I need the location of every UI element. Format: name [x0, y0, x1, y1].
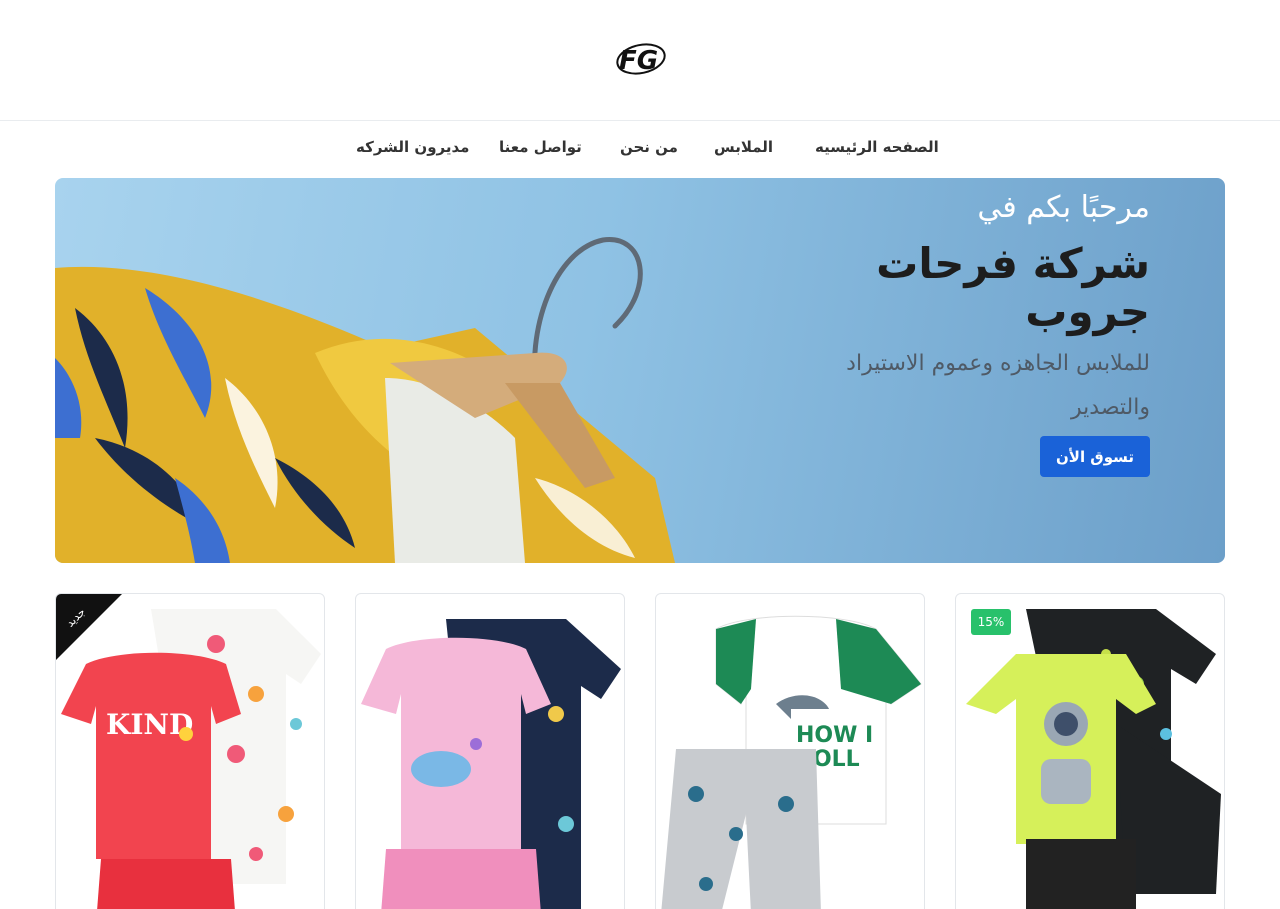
fg-logo[interactable]: FG	[614, 40, 668, 78]
product-image	[966, 609, 1221, 909]
shop-now-button[interactable]: تسوق الأن	[1040, 436, 1150, 477]
nav-item-home[interactable]: الصفحه الرئيسيه	[815, 138, 939, 156]
nav-item-contact[interactable]: تواصل معنا	[499, 138, 582, 156]
hero-banner: مرحبًا بكم في شركة فرحات جروب للملابس ال…	[55, 178, 1225, 563]
product-card[interactable]	[355, 593, 625, 909]
nav-item-clothes[interactable]: الملابس	[714, 138, 773, 156]
site-header: FG	[0, 0, 1280, 121]
new-ribbon: جديد	[56, 594, 122, 660]
hero-image	[55, 237, 675, 563]
product-image	[361, 619, 621, 909]
hero-welcome: مرحبًا بكم في	[977, 190, 1150, 225]
product-card[interactable]: HOW I ROLL	[655, 593, 925, 909]
hero-title: شركة فرحات جروب	[876, 239, 1150, 336]
nav-item-about[interactable]: من نحن	[620, 138, 678, 156]
svg-text:HOW I: HOW I	[796, 723, 873, 748]
product-image: HOW I ROLL	[661, 615, 922, 909]
main-nav: الصفحه الرئيسيه الملابس من نحن تواصل معن…	[0, 121, 1280, 178]
fg-logo-icon: FG	[616, 43, 666, 76]
nav-item-managers[interactable]: مديرون الشركه	[356, 138, 469, 156]
product-card[interactable]: 15%	[955, 593, 1225, 909]
hero-subtitle: للملابس الجاهزه وعموم الاستيراد والتصدير	[846, 351, 1150, 420]
svg-text:FG: FG	[619, 46, 658, 76]
discount-badge: 15%	[971, 609, 1011, 635]
product-card[interactable]: KIND جديد	[55, 593, 325, 909]
